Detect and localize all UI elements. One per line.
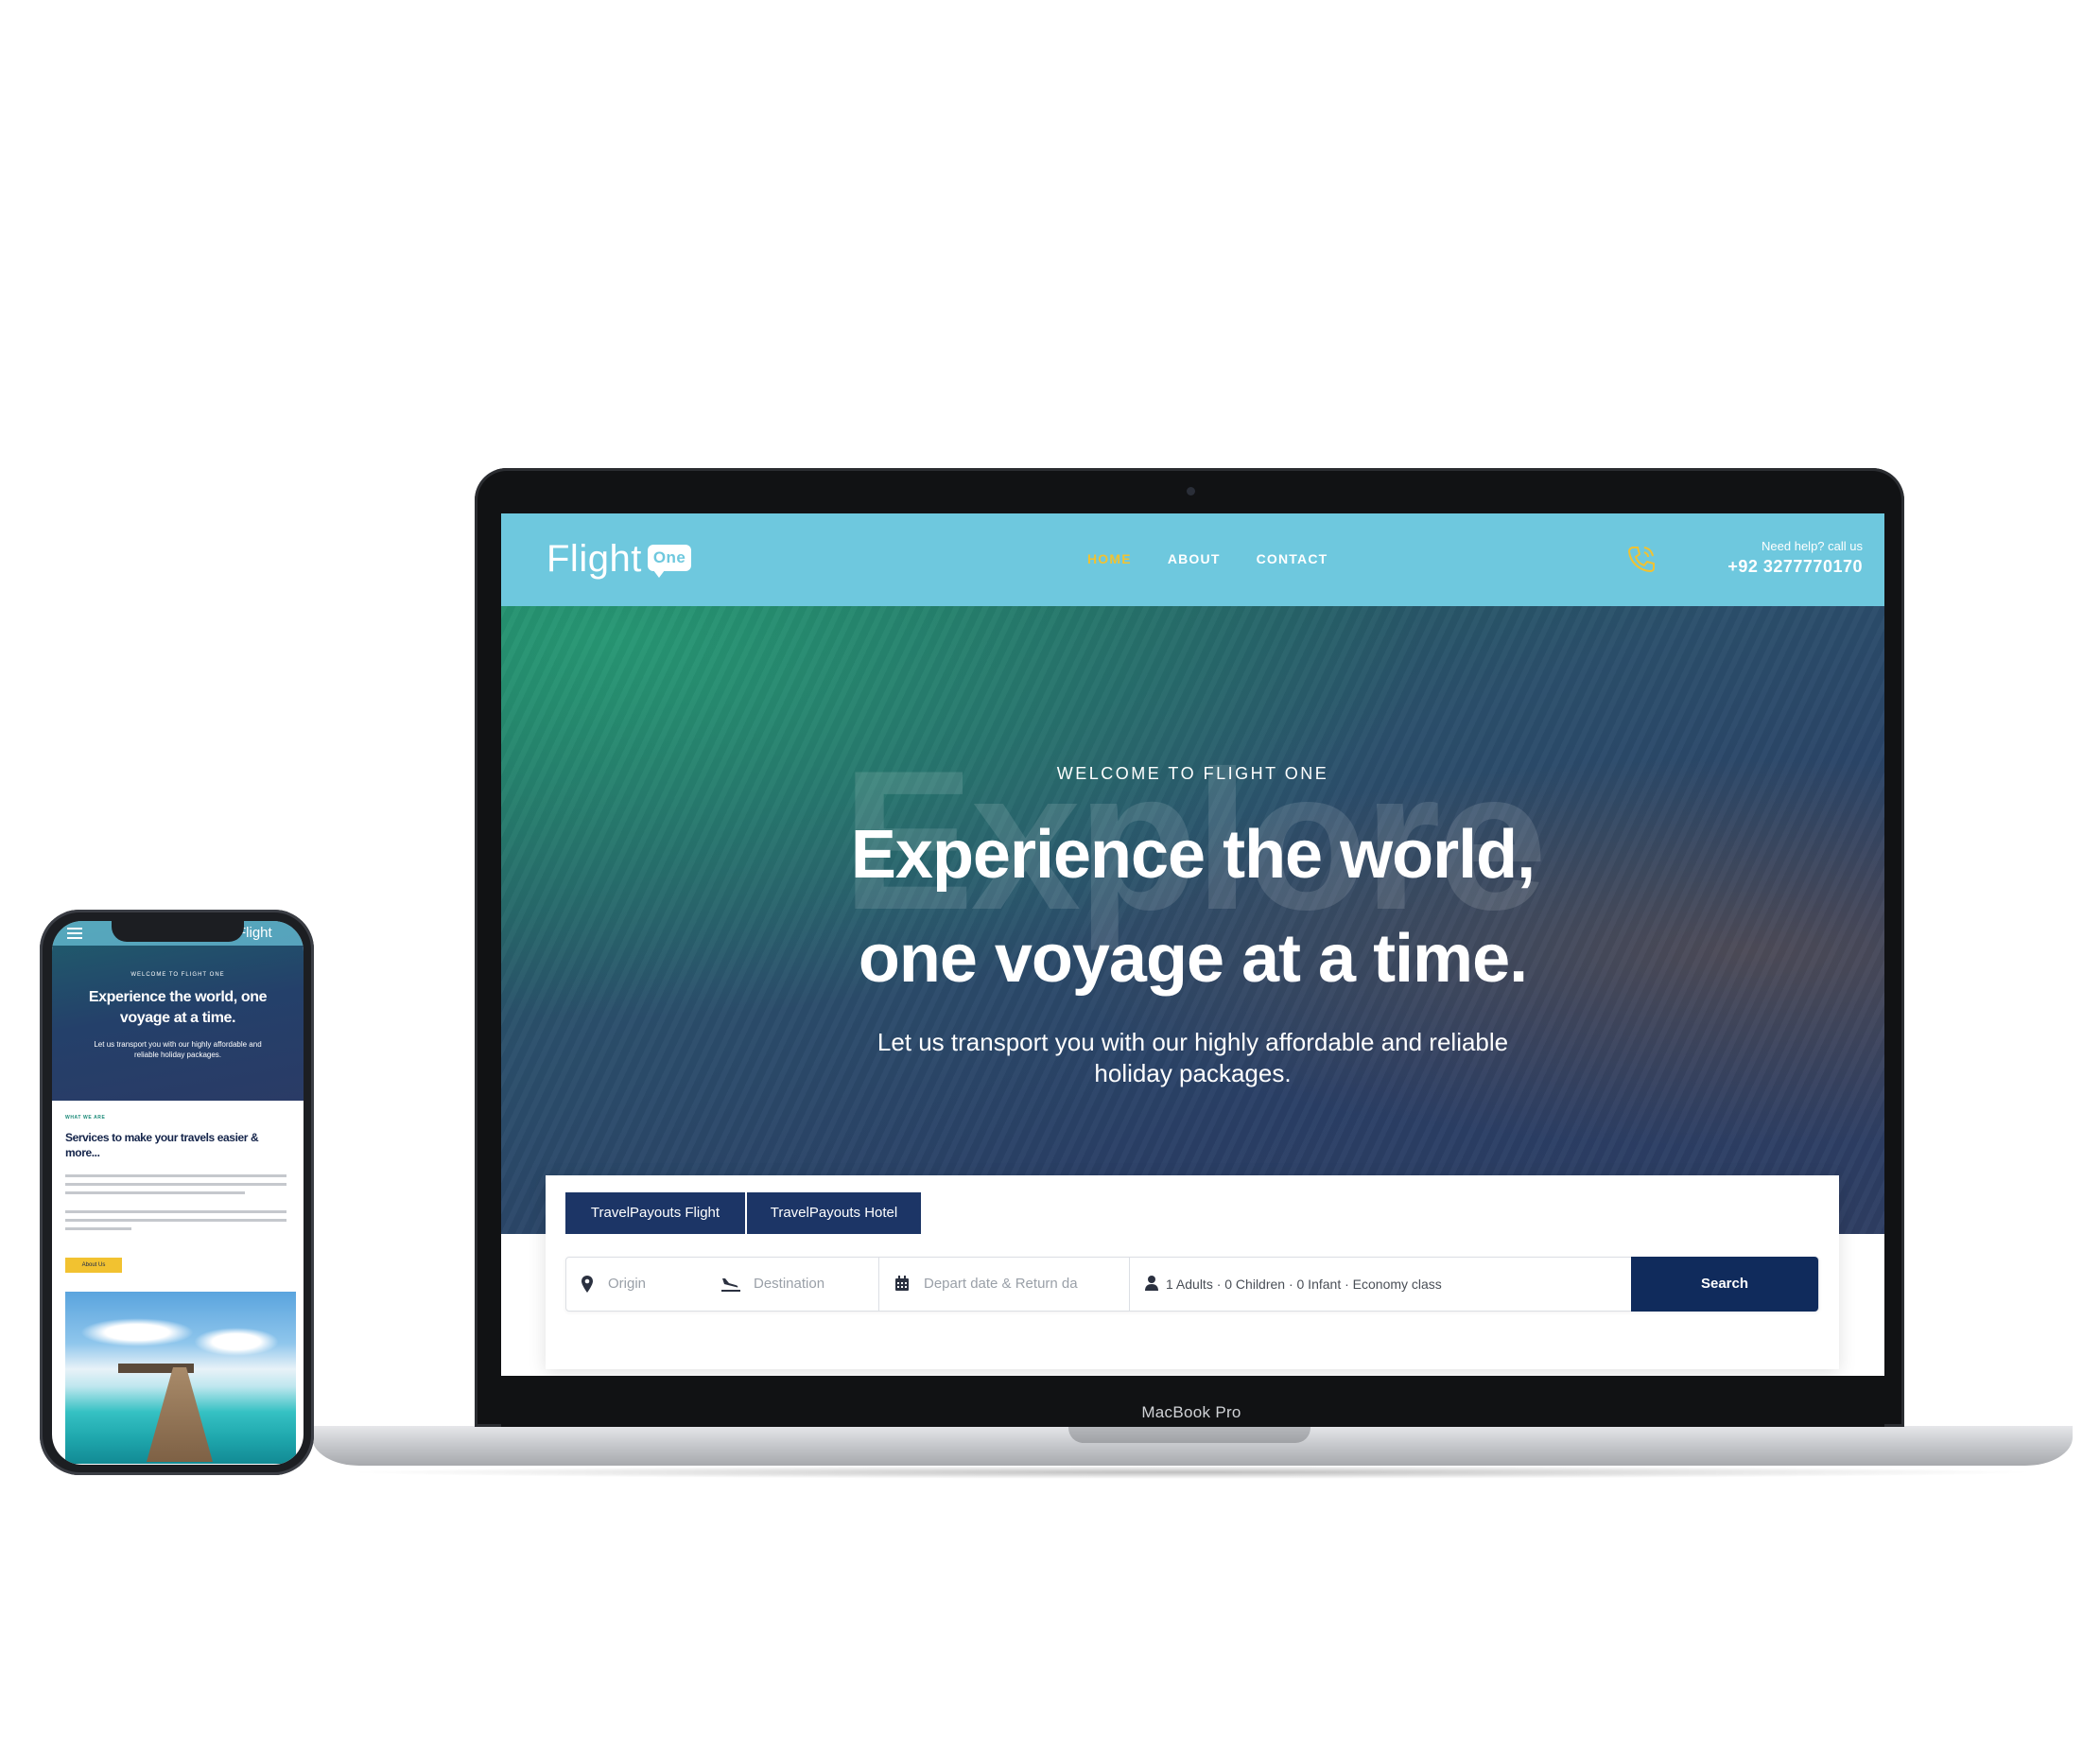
location-pin-icon bbox=[581, 1276, 593, 1293]
phone-icon bbox=[1627, 547, 1655, 573]
mobile-section-heading-line1: Services to make your travels easier & bbox=[65, 1131, 259, 1144]
mobile-hero-subtitle-line1: Let us transport you with our highly aff… bbox=[94, 1040, 262, 1049]
hero-kicker: WELCOME TO FLIGHT ONE bbox=[1056, 764, 1329, 783]
mobile-section-eyebrow: WHAT WE ARE bbox=[65, 1115, 106, 1121]
nav-contact[interactable]: CONTACT bbox=[1257, 551, 1328, 566]
field-divider bbox=[1129, 1257, 1130, 1312]
mobile-text-line bbox=[65, 1183, 286, 1186]
laptop-camera bbox=[1187, 487, 1195, 495]
help-label: Need help? call us bbox=[1762, 539, 1863, 553]
mobile-about-button[interactable]: About Us bbox=[65, 1258, 122, 1273]
search-button[interactable]: Search bbox=[1631, 1257, 1818, 1312]
field-divider bbox=[878, 1257, 879, 1312]
mobile-hero-kicker: WELCOME TO FLIGHT ONE bbox=[130, 972, 225, 978]
photo-cloud bbox=[80, 1318, 194, 1347]
laptop-brand-label: MacBook Pro bbox=[1141, 1403, 1241, 1421]
passengers-selector[interactable]: 1 Adults · 0 Children · 0 Infant · Econo… bbox=[1166, 1257, 1442, 1312]
mobile-hero-title-line2: voyage at a time. bbox=[119, 1010, 236, 1026]
mobile-text-line bbox=[65, 1227, 131, 1230]
mobile-section-heading-line2: more... bbox=[65, 1146, 100, 1159]
tab-flight[interactable]: TravelPayouts Flight bbox=[565, 1192, 745, 1234]
origin-input[interactable]: Origin bbox=[608, 1257, 646, 1312]
laptop-shadow bbox=[340, 1466, 2042, 1479]
destination-input[interactable]: Destination bbox=[754, 1257, 824, 1312]
logo-badge: One bbox=[647, 545, 692, 578]
mobile-hero-title-line1: Experience the world, one bbox=[88, 989, 268, 1005]
mobile-text-line bbox=[65, 1191, 245, 1194]
hero-subtitle-line2: holiday packages. bbox=[1094, 1059, 1292, 1087]
hero-subtitle-line1: Let us transport you with our highly aff… bbox=[876, 1028, 1509, 1056]
laptop-notch bbox=[1068, 1426, 1310, 1443]
hero-title-line1: Experience the world, bbox=[850, 817, 1536, 893]
main-nav: HOME ABOUT CONTACT bbox=[1087, 551, 1328, 566]
tab-hotel[interactable]: TravelPayouts Hotel bbox=[747, 1192, 921, 1234]
photo-cloud bbox=[194, 1328, 279, 1356]
dates-input[interactable]: Depart date & Return da bbox=[924, 1257, 1078, 1312]
mobile-text-line bbox=[65, 1210, 286, 1213]
mobile-text-line bbox=[65, 1219, 286, 1222]
plane-landing-icon bbox=[721, 1278, 740, 1292]
phone-notch bbox=[112, 921, 244, 942]
help-phone-number[interactable]: +92 3277770170 bbox=[1674, 557, 1863, 577]
nav-home[interactable]: HOME bbox=[1087, 551, 1132, 566]
logo-word: Flight bbox=[547, 538, 642, 580]
mobile-hero-subtitle-line2: reliable holiday packages. bbox=[133, 1051, 222, 1059]
laptop-screen: Flight One HOME ABOUT CONTACT Need help?… bbox=[501, 513, 1884, 1376]
phone-screen: Flight WELCOME TO FLIGHT ONE Experience … bbox=[52, 921, 304, 1465]
nav-about[interactable]: ABOUT bbox=[1168, 551, 1221, 566]
user-icon bbox=[1145, 1276, 1158, 1291]
site-logo[interactable]: Flight One bbox=[547, 538, 692, 581]
calendar-icon bbox=[895, 1276, 909, 1291]
hamburger-menu-icon[interactable] bbox=[67, 928, 82, 939]
hero-title-line2: one voyage at a time. bbox=[858, 921, 1528, 997]
mobile-text-line bbox=[65, 1174, 286, 1177]
